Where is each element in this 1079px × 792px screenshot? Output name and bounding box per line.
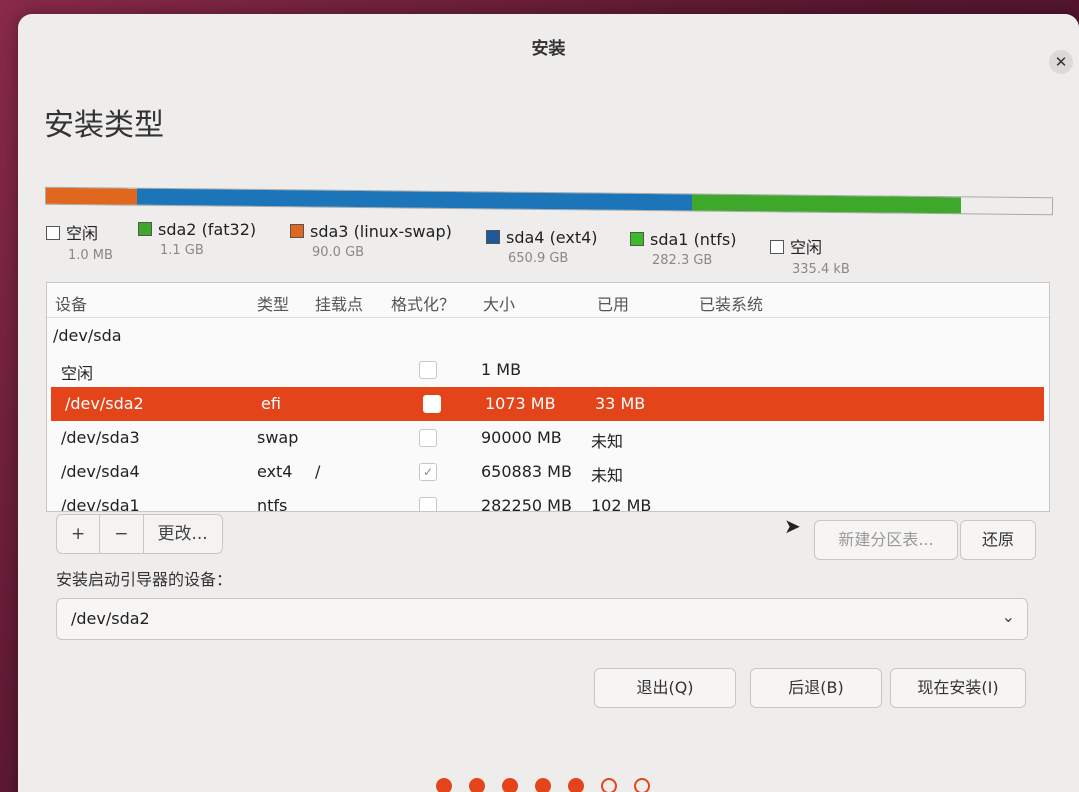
cell-type: swap — [257, 428, 299, 447]
format-checkbox[interactable] — [419, 361, 437, 379]
legend-swatch — [486, 230, 500, 244]
table-row[interactable]: /dev/sda3 swap 90000 MB 未知 — [47, 421, 1049, 455]
legend-item: sda4 (ext4) 650.9 GB — [486, 228, 598, 266]
cell-device: /dev/sda3 — [61, 428, 140, 447]
cell-size: 1 MB — [481, 360, 522, 379]
new-partition-table-button[interactable]: 新建分区表... — [814, 520, 958, 560]
format-checkbox[interactable]: ✓ — [419, 463, 437, 481]
cell-size: 650883 MB — [481, 462, 572, 481]
cell-type: efi — [261, 394, 281, 413]
legend-swatch — [630, 232, 644, 246]
legend-size: 282.3 GB — [652, 253, 713, 268]
cell-used: 33 MB — [595, 394, 646, 413]
title-bar: 安装 ✕ — [18, 14, 1079, 74]
table-row[interactable]: /dev/sda1 ntfs 282250 MB 102 MB — [47, 489, 1049, 512]
legend-item: sda1 (ntfs) 282.3 GB — [630, 230, 736, 268]
remove-partition-button[interactable]: − — [100, 515, 144, 553]
legend-size: 335.4 kB — [792, 262, 850, 277]
format-checkbox[interactable] — [423, 395, 441, 413]
disk-bar-segment — [691, 194, 962, 214]
header-used: 已用 — [597, 295, 630, 314]
progress-dot — [502, 778, 518, 792]
cell-used: 未知 — [591, 432, 624, 451]
header-format: 格式化？ — [391, 295, 456, 314]
cell-type: ext4 — [257, 462, 293, 481]
close-icon[interactable]: ✕ — [1049, 50, 1073, 74]
legend-size: 90.0 GB — [312, 245, 365, 260]
cell-used: 未知 — [591, 466, 624, 485]
progress-dot — [436, 778, 452, 792]
header-mount: 挂载点 — [315, 295, 364, 314]
cell-type: ntfs — [257, 496, 288, 512]
table-row[interactable]: /dev/sda4 ext4 / 650883 MB 未知 ✓ — [47, 455, 1049, 489]
boot-loader-label: 安装启动引导器的设备： — [56, 570, 233, 589]
cell-device: /dev/sda1 — [61, 496, 140, 512]
table-row[interactable]: /dev/sda — [47, 319, 1049, 353]
add-partition-button[interactable]: + — [57, 515, 101, 553]
cell-mount: / — [315, 462, 321, 481]
legend-name: sda2 (fat32) — [158, 220, 257, 239]
cell-device: 空闲 — [61, 364, 94, 383]
revert-button[interactable]: 还原 — [960, 520, 1036, 560]
page-title: 安装类型 — [44, 108, 164, 143]
legend-size: 650.9 GB — [508, 251, 569, 266]
boot-device-select[interactable]: /dev/sda2 ⌄ — [56, 598, 1028, 640]
cell-size: 90000 MB — [481, 428, 562, 447]
change-partition-button[interactable]: 更改... — [144, 515, 222, 553]
progress-dot — [535, 778, 551, 792]
disk-bar-segment — [136, 188, 692, 211]
legend-size: 1.1 GB — [160, 243, 204, 258]
quit-button[interactable]: 退出(Q) — [594, 668, 736, 708]
legend-item: sda3 (linux-swap) 90.0 GB — [290, 222, 452, 260]
table-header: 设备 类型 挂载点 格式化？ 大小 已用 已装系统 — [47, 283, 1049, 318]
cell-size: 1073 MB — [485, 394, 556, 413]
legend-swatch — [290, 224, 304, 238]
progress-dot — [568, 778, 584, 792]
progress-dot — [634, 778, 650, 792]
legend-swatch — [770, 240, 784, 254]
progress-dot — [469, 778, 485, 792]
format-checkbox[interactable] — [419, 497, 437, 511]
window-title: 安装 — [531, 39, 566, 59]
legend-name: 空闲 — [790, 238, 823, 257]
partition-legend: 空闲 1.0 MB sda2 (fat32) 1.1 GB sda3 (linux-sw… — [46, 220, 1056, 280]
cell-device: /dev/sda2 — [65, 394, 144, 413]
header-os: 已装系统 — [699, 295, 764, 314]
boot-device-value: /dev/sda2 — [71, 609, 150, 628]
partition-table[interactable]: 设备 类型 挂载点 格式化？ 大小 已用 已装系统 /dev/sda 空闲 1 MB… — [46, 282, 1050, 512]
installer-window: 安装 ✕ 安装类型 空闲 1.0 MB sda2 (fat32) 1.1 GB sda3… — [18, 14, 1079, 792]
legend-swatch — [138, 222, 152, 236]
cell-device: /dev/sda4 — [61, 462, 140, 481]
cell-used: 102 MB — [591, 496, 652, 512]
legend-name: sda3 (linux-swap) — [310, 222, 452, 241]
progress-dot — [601, 778, 617, 792]
partition-toolbar: + − 更改... — [56, 514, 223, 554]
disk-bar-segment — [46, 187, 137, 205]
cell-device: /dev/sda — [53, 326, 122, 345]
back-button[interactable]: 后退(B) — [750, 668, 882, 708]
legend-size: 1.0 MB — [68, 248, 113, 263]
header-device: 设备 — [55, 295, 88, 314]
cell-size: 282250 MB — [481, 496, 572, 512]
table-row[interactable]: 空闲 1 MB — [47, 353, 1049, 387]
progress-dots — [436, 778, 667, 792]
disk-usage-bar — [45, 186, 1053, 216]
table-row[interactable]: /dev/sda2 efi 1073 MB 33 MB — [51, 387, 1044, 421]
header-type: 类型 — [257, 295, 290, 314]
legend-swatch — [46, 226, 60, 240]
legend-name: sda1 (ntfs) — [650, 230, 737, 249]
header-size: 大小 — [483, 295, 516, 314]
legend-item: 空闲 1.0 MB — [46, 220, 113, 263]
format-checkbox[interactable] — [419, 429, 437, 447]
legend-item: 空闲 335.4 kB — [770, 234, 850, 277]
legend-name: 空闲 — [66, 224, 99, 243]
legend-name: sda4 (ext4) — [506, 228, 598, 247]
chevron-down-icon: ⌄ — [1001, 607, 1015, 626]
mouse-cursor-icon: ➤ — [784, 514, 801, 538]
install-now-button[interactable]: 现在安装(I) — [890, 668, 1026, 708]
legend-item: sda2 (fat32) 1.1 GB — [138, 220, 256, 258]
